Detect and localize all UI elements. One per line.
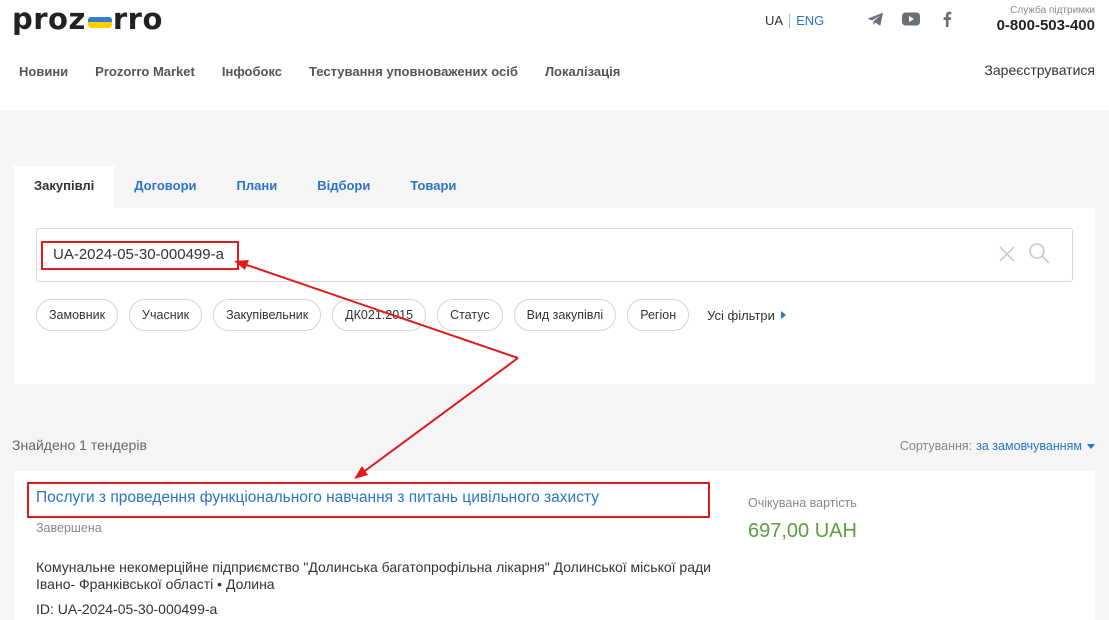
nav-item-localization[interactable]: Локалізація [545, 64, 620, 79]
sort-control[interactable]: Сортування: за замовчуванням [900, 439, 1095, 453]
tab-selections[interactable]: Відбори [297, 166, 390, 208]
filter-procurement-type[interactable]: Вид закупівлі [513, 299, 617, 331]
lang-ua-option[interactable]: UA [765, 13, 783, 28]
tab-procurements[interactable]: Закупівлі [14, 166, 115, 208]
expected-value-caption: Очікувана вартість [748, 496, 857, 510]
close-icon[interactable] [997, 244, 1017, 264]
filter-status[interactable]: Статус [437, 299, 503, 331]
tab-contracts[interactable]: Договори [114, 166, 216, 208]
filter-region[interactable]: Регіон [627, 299, 690, 331]
search-card: Закупівлі Договори Плани Відбори Товари … [14, 166, 1095, 384]
main-nav: Новини Prozorro Market Інфобокс Тестуван… [19, 64, 647, 79]
support-phone[interactable]: 0-800-503-400 [997, 17, 1095, 34]
lang-eng-option[interactable]: ENG [796, 13, 824, 28]
caret-right-icon [780, 311, 786, 319]
all-filters-label: Усі фільтри [707, 307, 775, 323]
youtube-icon[interactable] [902, 10, 920, 28]
filter-buyer[interactable]: Закупівельник [213, 299, 322, 331]
lang-divider [789, 13, 791, 28]
tender-id: ID: UA-2024-05-30-000499-a [36, 601, 218, 617]
sort-value[interactable]: за замовчуванням [976, 439, 1082, 453]
search-icon[interactable] [1027, 241, 1051, 265]
tab-goods[interactable]: Товари [390, 166, 476, 208]
ukraine-flag-icon [87, 16, 112, 28]
results-count: Знайдено 1 тендерів [12, 437, 147, 453]
prozorro-logo[interactable]: proz rro [12, 2, 163, 36]
support-caption: Служба підтримки [1010, 5, 1095, 16]
language-switcher: UA ENG [765, 13, 824, 28]
nav-item-news[interactable]: Новини [19, 64, 68, 79]
filter-participant[interactable]: Учасник [129, 299, 203, 331]
top-header: proz rro UA ENG Служба підтримки 0-800-50… [0, 0, 1109, 110]
support-block: Служба підтримки 0-800-503-400 [997, 5, 1095, 34]
expected-value: 697,00 UAH [748, 520, 857, 542]
telegram-icon[interactable] [866, 10, 884, 28]
filter-customer[interactable]: Замовник [36, 299, 119, 331]
nav-item-infobox[interactable]: Інфобокс [222, 64, 282, 79]
annotation-box-search [41, 241, 239, 270]
all-filters-button[interactable]: Усі фільтри [707, 308, 786, 323]
chevron-down-icon[interactable] [1087, 443, 1095, 449]
search-panel: UA-2024-05-30-000499-a Замовник Учасник … [14, 208, 1095, 384]
register-link[interactable]: Зареєструватися [984, 62, 1095, 78]
tab-plans[interactable]: Плани [217, 166, 298, 208]
annotation-box-title [27, 482, 710, 518]
tender-organization: Комунальне некомерційне підприємство "До… [36, 559, 711, 592]
nav-item-market[interactable]: Prozorro Market [95, 64, 195, 79]
filter-dk021[interactable]: ДК021:2015 [332, 299, 427, 331]
social-links [866, 10, 956, 28]
nav-item-testing[interactable]: Тестування уповноважених осіб [309, 64, 518, 79]
facebook-icon[interactable] [938, 10, 956, 28]
tender-status: Завершена [36, 521, 102, 535]
sort-label: Сортування: [899, 439, 973, 453]
filter-chips: Замовник Учасник Закупівельник ДК021:201… [36, 299, 786, 331]
search-tabs: Закупівлі Договори Плани Відбори Товари [14, 166, 476, 208]
